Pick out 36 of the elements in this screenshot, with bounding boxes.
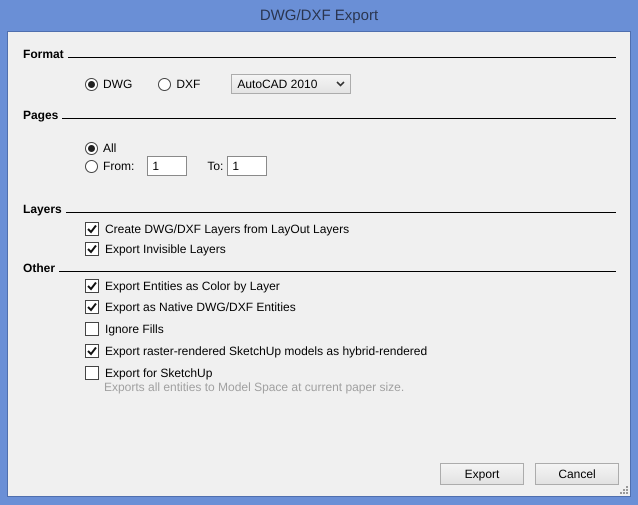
radio-label: From: — [103, 159, 134, 173]
dialog-button[interactable]: Export — [440, 463, 524, 485]
radio-label: DWG — [103, 77, 132, 91]
dialog-button[interactable]: Cancel — [535, 463, 619, 485]
window-title: DWG/DXF Export — [258, 6, 380, 26]
checkbox-label: Export raster-rendered SketchUp models as hybrid-rendered — [105, 344, 428, 358]
checkbox-label: Ignore Fills — [105, 322, 164, 336]
version-dropdown[interactable]: AutoCAD 2010 — [231, 74, 352, 94]
radio-label: All — [103, 141, 116, 155]
checkbox[interactable] — [85, 344, 99, 358]
radio-label: DXF — [176, 77, 200, 91]
radio-button[interactable] — [158, 78, 172, 90]
radio-button[interactable] — [85, 78, 98, 90]
checkbox[interactable] — [85, 366, 99, 380]
checkbox-label: Export Entities as Color by Layer — [105, 279, 280, 293]
from-field[interactable]: 1 — [147, 156, 188, 176]
to-label: To: — [207, 159, 224, 173]
checkbox-label: Export as Native DWG/DXF Entities — [105, 300, 296, 314]
checkbox-label: Create DWG/DXF Layers from LayOut Layers — [105, 222, 350, 236]
section-heading: Format — [23, 47, 64, 61]
chevron-icon — [336, 81, 346, 87]
checkbox[interactable] — [85, 222, 99, 236]
checkbox[interactable] — [85, 322, 99, 336]
resize-grip-icon[interactable] — [620, 486, 628, 494]
help-text: Exports all entities to Model Space at current paper size. — [104, 380, 406, 394]
checkbox[interactable] — [85, 279, 99, 293]
radio-button[interactable] — [85, 160, 98, 172]
checkbox[interactable] — [85, 300, 99, 314]
to-field[interactable]: 1 — [227, 156, 268, 176]
checkbox[interactable] — [85, 242, 99, 256]
checkbox-label: Export Invisible Layers — [105, 242, 226, 256]
radio-button[interactable] — [85, 142, 98, 154]
checkbox-label: Export for SketchUp — [105, 366, 212, 380]
section-heading: Other — [23, 261, 56, 275]
section-heading: Layers — [23, 202, 62, 216]
section-heading: Pages — [23, 108, 58, 122]
